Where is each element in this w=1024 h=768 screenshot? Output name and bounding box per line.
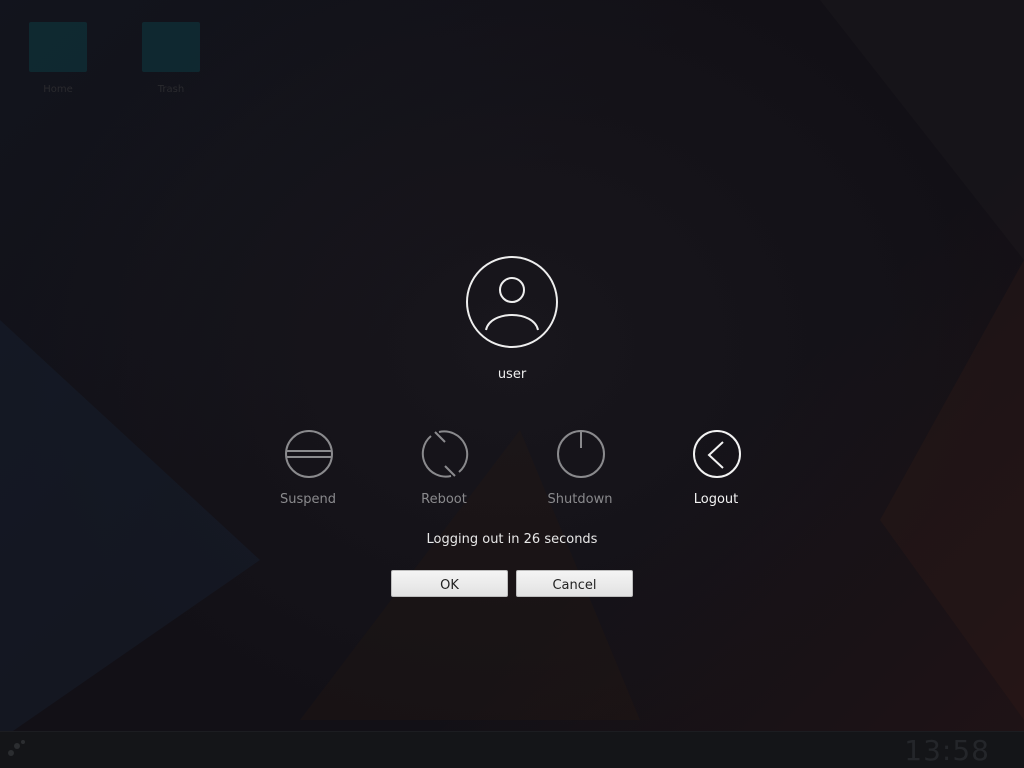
reboot-label: Reboot [421,492,467,507]
reboot-button[interactable]: Reboot [394,430,494,507]
suspend-button[interactable]: Suspend [258,430,358,507]
suspend-icon [285,430,333,478]
user-avatar-icon [466,256,558,348]
countdown-text: Logging out in 26 seconds [426,532,598,547]
suspend-label: Suspend [279,492,336,507]
logout-button[interactable]: Logout [666,430,766,507]
power-icon [557,430,605,478]
logout-label: Logout [693,492,739,507]
shutdown-label: Shutdown [547,492,613,507]
logout-icon [693,430,741,478]
cancel-button[interactable]: Cancel [516,570,633,597]
shutdown-button[interactable]: Shutdown [530,430,630,507]
ok-button[interactable]: OK [391,570,508,597]
username-label: user [497,367,527,382]
logout-dialog: user Suspend Reboot Shutdown Logout Logg… [0,0,1024,768]
reboot-icon [421,430,469,478]
